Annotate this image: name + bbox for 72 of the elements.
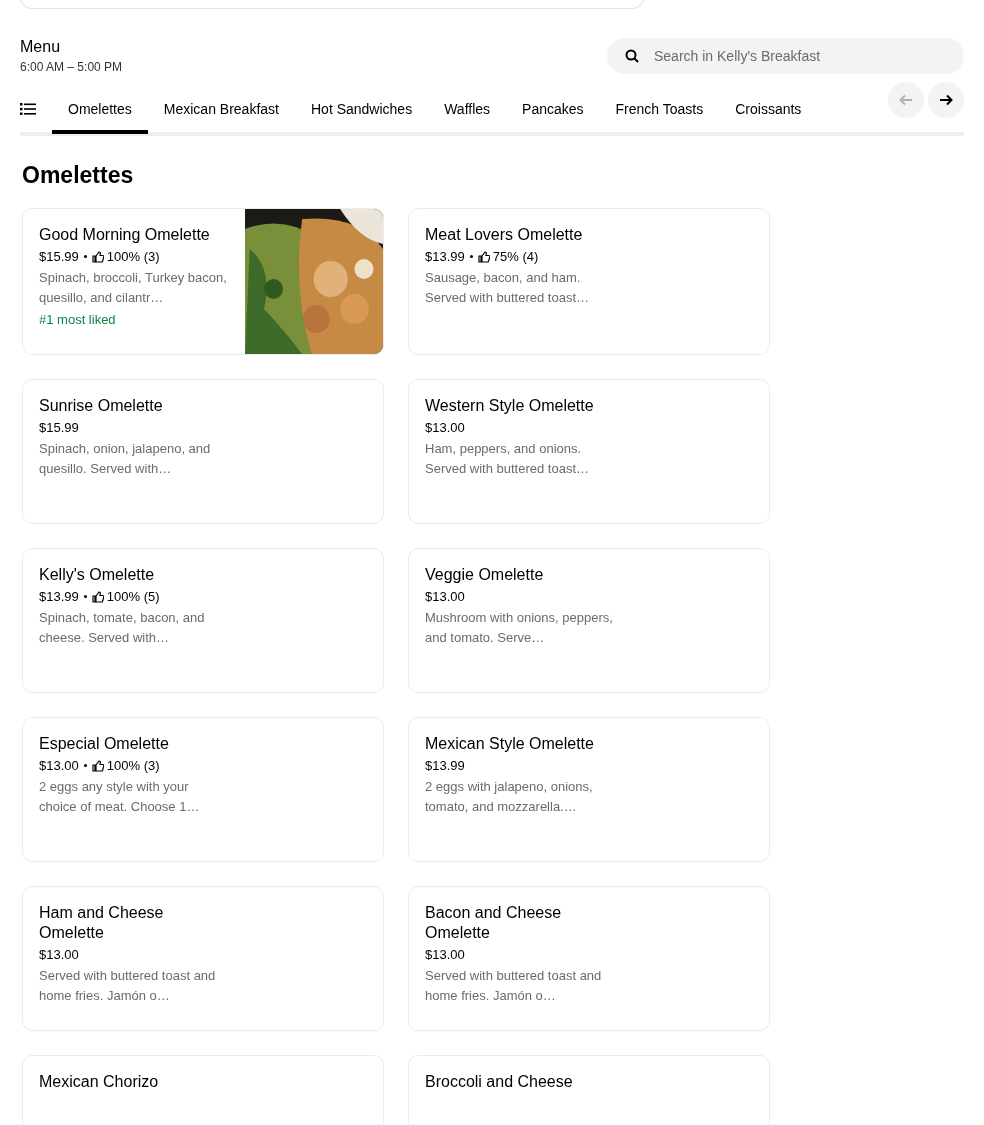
- item-name: Mexican Chorizo: [39, 1072, 160, 1092]
- item-description: Served with buttered toast and home fries. Jamón o…: [39, 967, 217, 1005]
- category-tab[interactable]: Omelettes: [52, 88, 148, 134]
- menu-item-card[interactable]: Western Style Omelette $13.00 Ham, peppers, and onions. Served with buttered toast…: [408, 379, 770, 524]
- item-description: Served with buttered toast and home fries. Jamón o…: [425, 967, 603, 1005]
- item-price: $13.99: [425, 249, 465, 264]
- thumbs-up-icon: [91, 250, 104, 263]
- scroll-right-button[interactable]: [928, 82, 964, 118]
- search-field[interactable]: Search in Kelly's Breakfast: [607, 38, 964, 74]
- item-name: Especial Omelette: [39, 734, 170, 754]
- item-description: Spinach, broccoli, Turkey bacon, quesillo, and cilantr…: [39, 269, 228, 307]
- item-name: Veggie Omelette: [425, 565, 545, 585]
- separator-dot: [469, 255, 473, 258]
- category-tab[interactable]: Hot Sandwiches: [295, 88, 429, 134]
- category-tab[interactable]: Croissants: [719, 88, 818, 134]
- separator-dot: [83, 595, 87, 598]
- item-description: Ham, peppers, and onions. Served with buttered toast…: [425, 440, 591, 478]
- item-rating: 75% (4): [492, 249, 539, 264]
- menu-item-card[interactable]: Meat Lovers Omelette $13.99 75% (4) Sausage, bacon, and ham. Served with buttered toast…: [408, 208, 770, 355]
- popularity-label: #1 most liked: [39, 312, 117, 327]
- item-price: $13.00: [39, 947, 79, 962]
- menu-item-card[interactable]: Veggie Omelette $13.00 Mushroom with onions, peppers, and tomato. Serve…: [408, 548, 770, 693]
- item-price: $15.99: [39, 249, 79, 264]
- menu-hours: 6:00 AM – 5:00 PM: [20, 60, 123, 74]
- thumbs-up-icon: [477, 250, 490, 263]
- item-price: $15.99: [39, 420, 79, 435]
- menu-item-card[interactable]: Good Morning Omelette $15.99 100% (3) Spinach, broccoli, Turkey bacon, quesillo, and cilantr… #1 most liked: [22, 208, 384, 355]
- item-name: Mexican Style Omelette: [425, 734, 595, 754]
- thumbs-up-icon: [91, 590, 104, 603]
- menu-item-card[interactable]: Mexican Style Omelette $13.99 2 eggs with jalapeno, onions, tomato, and mozzarella.…: [408, 717, 770, 862]
- category-tab[interactable]: Mexican Breakfast: [147, 88, 295, 134]
- item-name: Broccoli and Cheese: [425, 1072, 574, 1092]
- item-rating: 100% (3): [106, 249, 160, 264]
- category-tab[interactable]: French Toasts: [599, 88, 720, 134]
- arrow-icon: [898, 92, 914, 108]
- item-price: $13.00: [425, 947, 465, 962]
- item-name: Western Style Omelette: [425, 396, 595, 416]
- item-name: Good Morning Omelette: [39, 225, 211, 245]
- menu-item-card[interactable]: Sunrise Omelette $15.99 Spinach, onion, jalapeno, and quesillo. Served with…: [22, 379, 384, 524]
- item-description: 2 eggs any style with your choice of meat. Choose 1…: [39, 778, 201, 816]
- item-price: $13.00: [425, 420, 465, 435]
- item-name: Kelly's Omelette: [39, 565, 156, 585]
- item-name: Meat Lovers Omelette: [425, 225, 584, 245]
- arrow-icon: [938, 92, 954, 108]
- item-name: Bacon and Cheese Omelette: [425, 903, 563, 943]
- menu-list-icon[interactable]: [20, 102, 36, 116]
- thumbs-up-icon: [91, 759, 104, 772]
- separator-dot: [83, 255, 87, 258]
- item-name: Ham and Cheese Omelette: [39, 903, 165, 943]
- menu-item-card[interactable]: Mexican Chorizo: [22, 1055, 384, 1125]
- item-description: 2 eggs with jalapeno, onions, tomato, and mozzarella.…: [425, 778, 594, 816]
- menu-item-card[interactable]: Broccoli and Cheese: [408, 1055, 770, 1125]
- item-description: Sausage, bacon, and ham. Served with buttered toast…: [425, 269, 591, 307]
- item-description: Spinach, tomate, bacon, and cheese. Served with…: [39, 609, 206, 647]
- menu-item-card[interactable]: Bacon and Cheese Omelette $13.00 Served with buttered toast and home fries. Jamón o…: [408, 886, 770, 1031]
- section-heading: Omelettes: [22, 162, 134, 189]
- menu-item-card[interactable]: Ham and Cheese Omelette $13.00 Served with buttered toast and home fries. Jamón o…: [22, 886, 384, 1031]
- item-price: $13.00: [425, 589, 465, 604]
- menu-title: Menu: [20, 38, 62, 56]
- category-tab[interactable]: Waffles: [428, 88, 507, 134]
- item-name: Sunrise Omelette: [39, 396, 164, 416]
- item-description: Mushroom with onions, peppers, and tomato. Serve…: [425, 609, 614, 647]
- separator-dot: [83, 764, 87, 767]
- menu-item-card[interactable]: Kelly's Omelette $13.99 100% (5) Spinach, tomate, bacon, and cheese. Served with…: [22, 548, 384, 693]
- item-rating: 100% (5): [106, 589, 160, 604]
- item-price: $13.99: [425, 758, 465, 773]
- item-rating: 100% (3): [106, 758, 160, 773]
- category-tab[interactable]: Pancakes: [506, 88, 600, 134]
- menu-item-card[interactable]: Especial Omelette $13.00 100% (3) 2 eggs any style with your choice of meat. Choose 1…: [22, 717, 384, 862]
- item-description: Spinach, onion, jalapeno, and quesillo. Served with…: [39, 440, 212, 478]
- item-price: $13.00: [39, 758, 79, 773]
- item-price: $13.99: [39, 589, 79, 604]
